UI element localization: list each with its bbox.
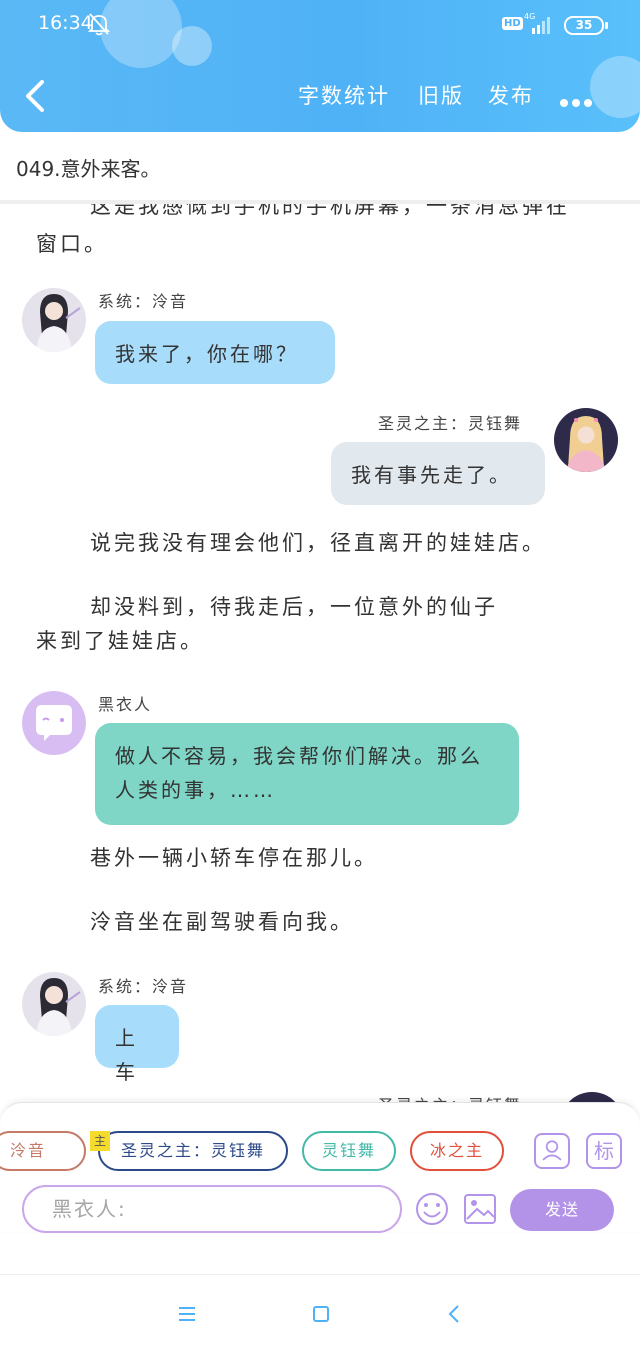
- speaker-name: 系统：泠音: [98, 977, 189, 996]
- decorative-bubble: [172, 26, 212, 66]
- mark-button[interactable]: 标: [586, 1133, 622, 1169]
- message-input[interactable]: [22, 1185, 402, 1233]
- story-content: 这是我感慨到手机的手机屏幕，一条消息弹在 窗口。 系统：泠音 我来了，你在哪？ …: [0, 204, 640, 1102]
- avatar[interactable]: [554, 408, 618, 472]
- narration-text: 窗口。: [36, 232, 108, 256]
- narration-text: 巷外一辆小轿车停在那儿。: [90, 846, 378, 870]
- chat-bubble: 我来了，你在哪？: [95, 321, 335, 384]
- character-chip[interactable]: 冰之主: [410, 1131, 504, 1171]
- decorative-bubble: [590, 56, 640, 118]
- emoji-icon[interactable]: [414, 1191, 450, 1227]
- speaker-name: 圣灵之主：灵钰舞: [378, 414, 523, 433]
- main-role-tag: 主: [90, 1131, 110, 1151]
- character-chip[interactable]: 泠音: [0, 1131, 86, 1171]
- old-version-button[interactable]: 旧版: [418, 80, 464, 110]
- avatar[interactable]: [22, 288, 86, 352]
- narration-text: 来到了娃娃店。: [36, 629, 204, 653]
- system-nav-bar: [0, 1274, 640, 1351]
- back-button[interactable]: [16, 76, 56, 116]
- message-text: 我来了，你在哪？: [115, 342, 299, 366]
- nav-back-icon[interactable]: [440, 1299, 470, 1329]
- narration-text: 这是我感慨到手机的手机屏幕，一条消息弹在: [90, 204, 570, 218]
- speaker-name: 圣灵之主：灵钰舞: [378, 1092, 522, 1102]
- role-manage-icon[interactable]: [534, 1133, 570, 1169]
- character-chip[interactable]: 灵钰舞: [302, 1131, 396, 1171]
- chapter-title: 049.意外来客。: [16, 157, 161, 181]
- chat-bubble: 我有事先走了。: [331, 442, 545, 505]
- message-text: 我有事先走了。: [351, 463, 512, 487]
- compose-panel: 泠音 圣灵之主：灵钰舞 主 灵钰舞 冰之主 标 发送: [0, 1102, 640, 1233]
- status-time: 16:34: [38, 12, 93, 34]
- more-icon[interactable]: [560, 92, 600, 107]
- decorative-bubble: [100, 0, 182, 68]
- chat-bubble: 做人不容易，我会帮你们解决。那么 人类的事，……: [95, 723, 519, 825]
- avatar[interactable]: [22, 972, 86, 1036]
- hd-badge: HD: [502, 17, 523, 30]
- speaker-name: 系统：泠音: [98, 292, 189, 311]
- word-count-button[interactable]: 字数统计: [298, 80, 390, 110]
- message-text: 做人不容易，我会帮你们解决。那么: [115, 744, 483, 768]
- chat-bubble: 上车: [95, 1005, 179, 1084]
- character-chip[interactable]: 圣灵之主：灵钰舞: [98, 1131, 288, 1171]
- battery-indicator: 35: [564, 16, 604, 35]
- signal-icon: [532, 17, 550, 34]
- publish-button[interactable]: 发布: [488, 80, 534, 110]
- battery-nub: [605, 22, 608, 29]
- narration-text: 泠音坐在副驾驶看向我。: [90, 910, 354, 934]
- avatar[interactable]: [560, 1092, 624, 1102]
- narration-text: 说完我没有理会他们，径直离开的娃娃店。: [90, 531, 546, 555]
- home-icon[interactable]: [306, 1299, 336, 1329]
- app-header: 16:34 HD 4G 35 字数统计 旧版 发布: [0, 0, 640, 132]
- image-icon[interactable]: [462, 1191, 498, 1227]
- message-text: 上车: [115, 1026, 138, 1084]
- bell-off-icon: [88, 13, 110, 36]
- message-text: 人类的事，……: [115, 778, 276, 802]
- menu-icon[interactable]: [172, 1299, 202, 1329]
- speaker-name: 黑衣人: [98, 695, 153, 714]
- send-button[interactable]: 发送: [510, 1189, 614, 1231]
- robot-avatar-icon[interactable]: [22, 691, 86, 755]
